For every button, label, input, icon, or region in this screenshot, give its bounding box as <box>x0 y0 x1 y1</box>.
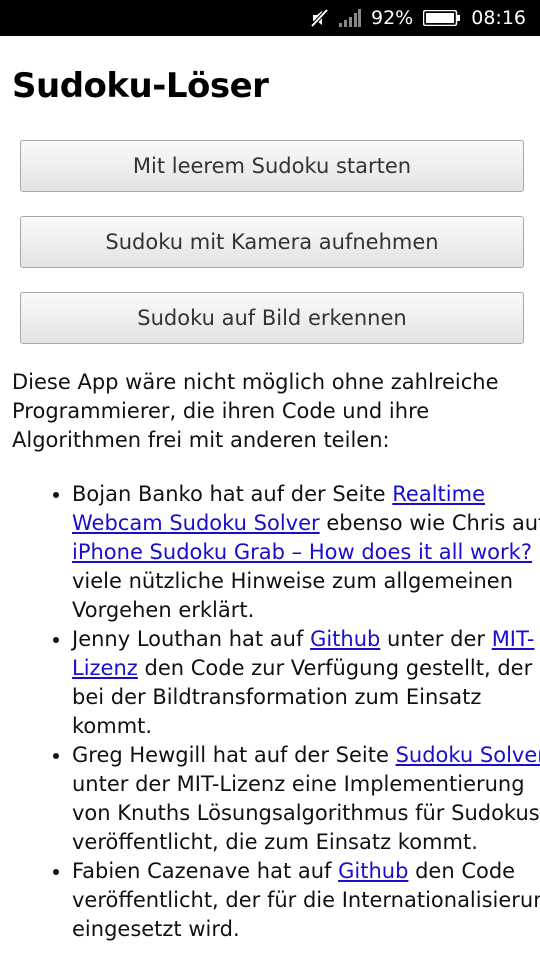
credit-text: Greg Hewgill hat auf der Seite <box>72 743 396 767</box>
credit-text: Fabien Cazenave hat auf <box>72 859 339 883</box>
iphone-sudoku-grab-link[interactable]: iPhone Sudoku Grab – How does it all wor… <box>72 540 532 564</box>
credits-list: Bojan Banko hat auf der Seite Realtime W… <box>30 480 540 944</box>
github-link[interactable]: Github <box>338 859 408 883</box>
credit-text: unter der MIT-Lizenz eine Implementierun… <box>72 772 540 854</box>
list-item: Bojan Banko hat auf der Seite Realtime W… <box>72 480 540 625</box>
clock: 08:16 <box>471 7 526 29</box>
status-bar: 92% 08:16 <box>0 0 540 36</box>
credit-text: den Code zur Verfügung gestellt, der bei… <box>72 656 533 738</box>
credit-text: Jenny Louthan hat auf <box>72 627 311 651</box>
battery-percent: 92% <box>371 7 414 29</box>
signal-icon <box>339 9 361 27</box>
credit-text: unter der <box>380 627 492 651</box>
list-item: Jenny Louthan hat auf Github unter der M… <box>72 625 540 741</box>
credit-text: viele nützliche Hinweise zum allgemeinen… <box>72 569 514 622</box>
muted-icon <box>309 8 329 28</box>
recognize-image-button[interactable]: Sudoku auf Bild erkennen <box>20 292 524 344</box>
capture-camera-button[interactable]: Sudoku mit Kamera aufnehmen <box>20 216 524 268</box>
sudoku-solver-link[interactable]: Sudoku Solver <box>396 743 540 767</box>
list-item: Fabien Cazenave hat auf Github den Code … <box>72 857 540 944</box>
page-title: Sudoku-Löser <box>12 66 269 106</box>
github-link[interactable]: Github <box>310 627 380 651</box>
intro-text: Diese App wäre nicht möglich ohne zahlre… <box>12 370 499 452</box>
battery-icon <box>423 10 461 26</box>
start-empty-sudoku-button[interactable]: Mit leerem Sudoku starten <box>20 140 524 192</box>
credit-text: ebenso wie Chris auf <box>319 511 540 535</box>
list-item: Greg Hewgill hat auf der Seite Sudoku So… <box>72 741 540 857</box>
credit-text: Bojan Banko hat auf der Seite <box>72 482 393 506</box>
